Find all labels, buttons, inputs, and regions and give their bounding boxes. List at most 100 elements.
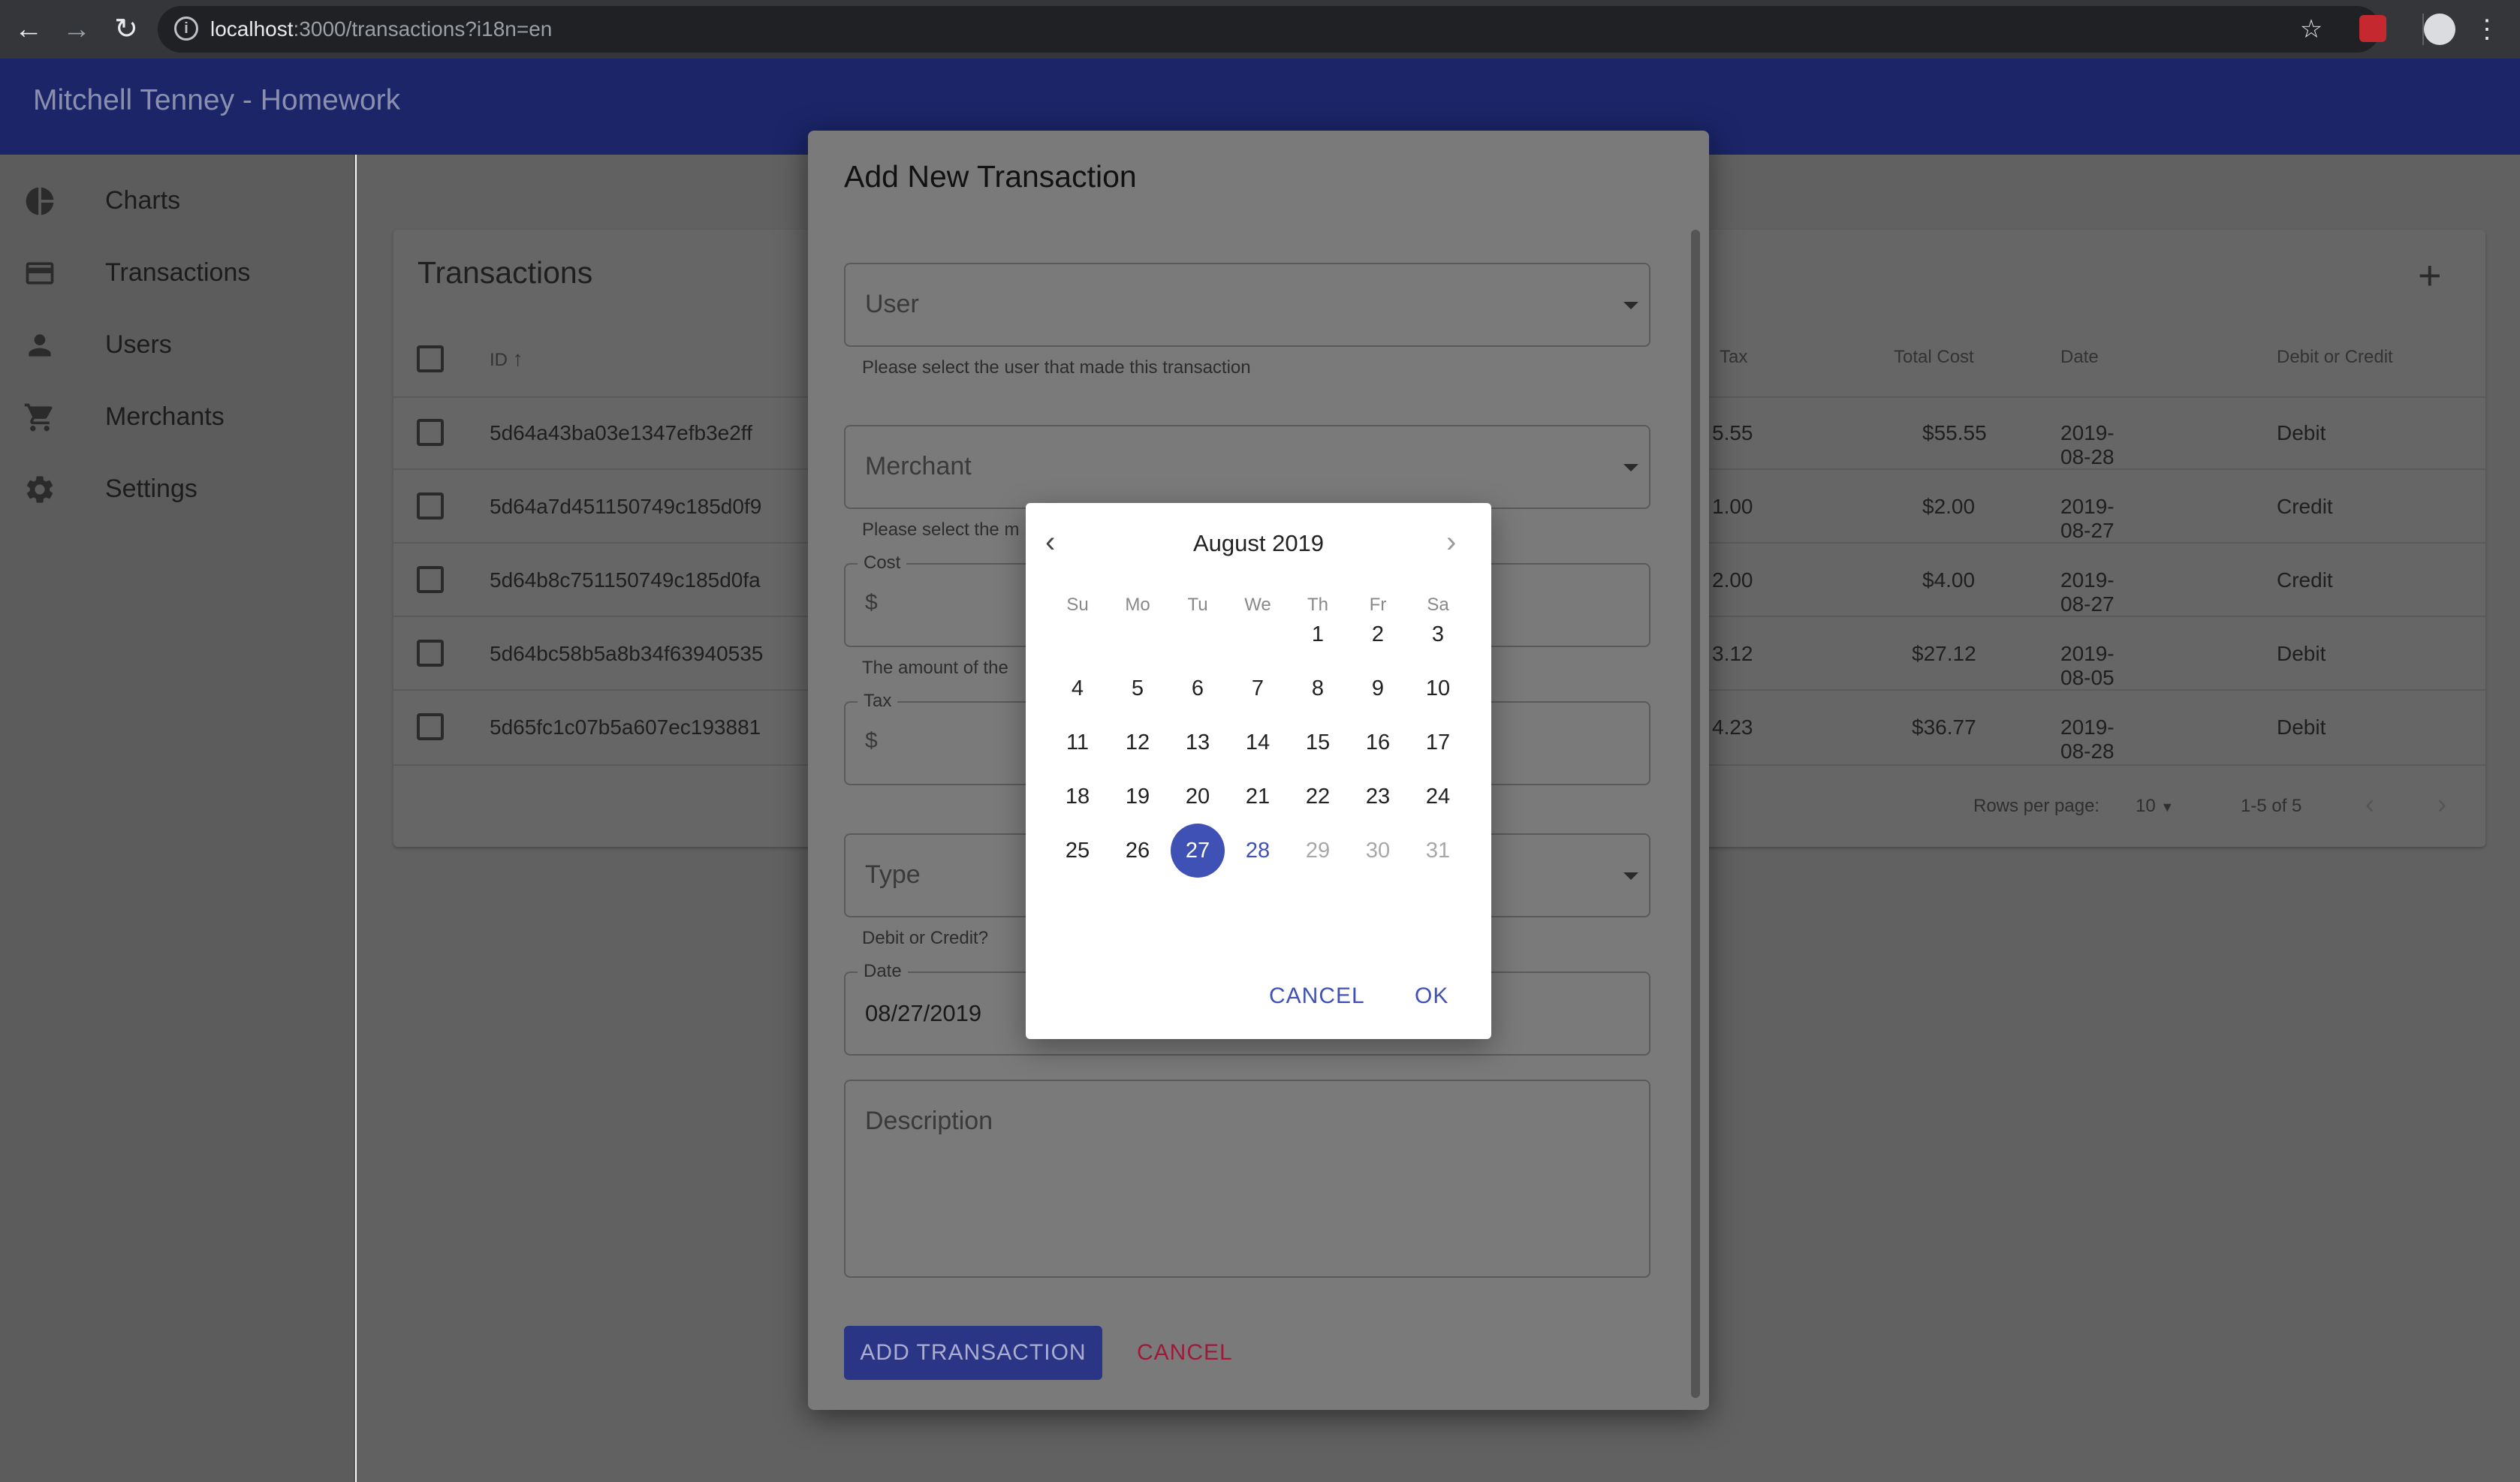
rows-per-page-label: Rows per page: bbox=[1973, 796, 2100, 816]
cell-total-cost: $2.00 bbox=[1922, 495, 1976, 518]
url-path: :3000/transactions?i18n=en bbox=[293, 17, 553, 41]
url-text[interactable]: localhost:3000/transactions?i18n=en bbox=[210, 15, 552, 44]
next-page-icon[interactable]: › bbox=[2437, 788, 2446, 820]
cell-date: 2019-08-27 bbox=[2060, 495, 2115, 542]
cell-id: 5d64bc58b5a8b34f63940535 bbox=[490, 642, 764, 665]
cell-tax: 4.23 bbox=[1712, 715, 1753, 739]
user-select-label: User bbox=[865, 290, 919, 318]
calendar-day[interactable]: 25 bbox=[1051, 824, 1105, 878]
sidebar-item-label: Merchants bbox=[105, 402, 225, 431]
calendar-day[interactable]: 26 bbox=[1111, 824, 1165, 878]
calendar-day[interactable]: 9 bbox=[1351, 661, 1405, 715]
calendar-day[interactable]: 15 bbox=[1291, 715, 1345, 770]
date-picker-cancel-button[interactable]: CANCEL bbox=[1269, 983, 1365, 1009]
calendar-day[interactable]: 11 bbox=[1051, 715, 1105, 770]
calendar-day[interactable]: 3 bbox=[1411, 607, 1465, 661]
column-header-total-cost[interactable]: Total Cost bbox=[1894, 347, 1974, 368]
reload-icon[interactable]: ↻ bbox=[104, 0, 149, 59]
cell-date: 2019-08-27 bbox=[2060, 568, 2115, 616]
row-checkbox[interactable] bbox=[417, 713, 444, 740]
calendar-day[interactable]: 18 bbox=[1051, 770, 1105, 824]
cell-date: 2019-08-05 bbox=[2060, 642, 2115, 689]
sidebar-item-label: Settings bbox=[105, 474, 197, 503]
calendar-day[interactable]: 19 bbox=[1111, 770, 1165, 824]
app-title: Mitchell Tenney - Homework bbox=[33, 84, 401, 116]
merchant-helper-text: Please select the m bbox=[862, 520, 1020, 540]
calendar-day[interactable]: 21 bbox=[1231, 770, 1285, 824]
next-month-icon[interactable]: › bbox=[1446, 526, 1456, 559]
bookmark-star-icon[interactable]: ☆ bbox=[2289, 0, 2334, 59]
cell-id: 5d65fc1c07b5a607ec193881 bbox=[490, 715, 761, 739]
currency-prefix: $ bbox=[865, 590, 878, 615]
back-icon[interactable]: ← bbox=[6, 0, 51, 59]
cost-field-label: Cost bbox=[858, 553, 907, 574]
sidebar-item-charts[interactable]: Charts bbox=[0, 167, 355, 239]
cell-type: Debit bbox=[2277, 421, 2326, 444]
description-placeholder: Description bbox=[865, 1107, 993, 1135]
weekday-label: Su bbox=[1066, 595, 1089, 615]
forward-icon[interactable]: → bbox=[54, 0, 99, 59]
credit-card-icon bbox=[23, 257, 57, 291]
sidebar-item-users[interactable]: Users bbox=[0, 311, 355, 383]
calendar-day[interactable]: 16 bbox=[1351, 715, 1405, 770]
calendar-day[interactable]: 14 bbox=[1231, 715, 1285, 770]
sidebar-item-label: Users bbox=[105, 330, 172, 359]
calendar-day[interactable]: 24 bbox=[1411, 770, 1465, 824]
calendar-day[interactable]: 4 bbox=[1051, 661, 1105, 715]
calendar-day[interactable]: 10 bbox=[1411, 661, 1465, 715]
column-header-id[interactable]: ID ↑ bbox=[490, 347, 523, 371]
cell-date: 2019-08-28 bbox=[2060, 421, 2115, 468]
calendar-day: 30 bbox=[1365, 839, 1391, 863]
calendar-day[interactable]: 12 bbox=[1111, 715, 1165, 770]
calendar-day[interactable]: 28 bbox=[1231, 824, 1285, 878]
info-icon[interactable]: i bbox=[174, 17, 198, 41]
calendar-day[interactable]: 6 bbox=[1171, 661, 1225, 715]
column-header-tax[interactable]: Tax bbox=[1720, 347, 1747, 368]
row-checkbox[interactable] bbox=[417, 419, 444, 446]
dialog-scrollbar[interactable] bbox=[1691, 230, 1700, 1398]
previous-page-icon[interactable]: ‹ bbox=[2365, 788, 2374, 820]
sidebar-item-transactions[interactable]: Transactions bbox=[0, 239, 355, 311]
date-picker-ok-button[interactable]: OK bbox=[1415, 983, 1448, 1009]
calendar-day[interactable]: 5 bbox=[1111, 661, 1165, 715]
calendar-day: 29 bbox=[1305, 839, 1331, 863]
cancel-button[interactable]: CANCEL bbox=[1137, 1326, 1233, 1380]
calendar-month-label: August 2019 bbox=[1192, 530, 1325, 556]
sidebar-item-merchants[interactable]: Merchants bbox=[0, 383, 355, 455]
user-select[interactable] bbox=[844, 263, 1650, 347]
cell-type: Debit bbox=[2277, 642, 2326, 665]
extension-icon[interactable] bbox=[2359, 15, 2386, 42]
cell-total-cost: $4.00 bbox=[1922, 568, 1976, 592]
calendar-day[interactable]: 7 bbox=[1231, 661, 1285, 715]
calendar-day[interactable]: 8 bbox=[1291, 661, 1345, 715]
rows-per-page-select[interactable]: 10 ▼ bbox=[2136, 796, 2174, 817]
calendar-day[interactable]: 17 bbox=[1411, 715, 1465, 770]
user-helper-text: Please select the user that made this tr… bbox=[862, 357, 1251, 378]
calendar-day[interactable]: 23 bbox=[1351, 770, 1405, 824]
chevron-down-icon bbox=[1623, 872, 1638, 880]
select-all-checkbox[interactable] bbox=[417, 345, 444, 372]
add-transaction-button[interactable]: ADD TRANSACTION bbox=[844, 1326, 1102, 1380]
cell-date: 2019-08-28 bbox=[2060, 715, 2115, 763]
cell-id: 5d64a7d451150749c185d0f9 bbox=[490, 495, 762, 518]
cell-tax: 1.00 bbox=[1712, 495, 1753, 518]
cell-type: Credit bbox=[2277, 495, 2333, 518]
calendar-day[interactable]: 13 bbox=[1171, 715, 1225, 770]
column-header-type[interactable]: Debit or Credit bbox=[2277, 347, 2393, 368]
calendar-day[interactable]: 20 bbox=[1171, 770, 1225, 824]
calendar-day[interactable]: 2 bbox=[1351, 607, 1405, 661]
type-helper-text: Debit or Credit? bbox=[862, 928, 989, 948]
row-checkbox[interactable] bbox=[417, 640, 444, 667]
pie-chart-icon bbox=[23, 185, 57, 219]
profile-avatar[interactable] bbox=[2424, 14, 2455, 45]
column-header-date[interactable]: Date bbox=[2060, 347, 2099, 368]
menu-kebab-icon[interactable]: ⋮ bbox=[2464, 0, 2509, 59]
row-checkbox[interactable] bbox=[417, 492, 444, 520]
sidebar-item-settings[interactable]: Settings bbox=[0, 455, 355, 527]
calendar-day-selected[interactable]: 27 bbox=[1171, 824, 1225, 878]
add-icon[interactable]: + bbox=[2418, 252, 2442, 299]
calendar-day[interactable]: 1 bbox=[1291, 607, 1345, 661]
cart-icon bbox=[23, 401, 57, 435]
row-checkbox[interactable] bbox=[417, 566, 444, 593]
calendar-day[interactable]: 22 bbox=[1291, 770, 1345, 824]
